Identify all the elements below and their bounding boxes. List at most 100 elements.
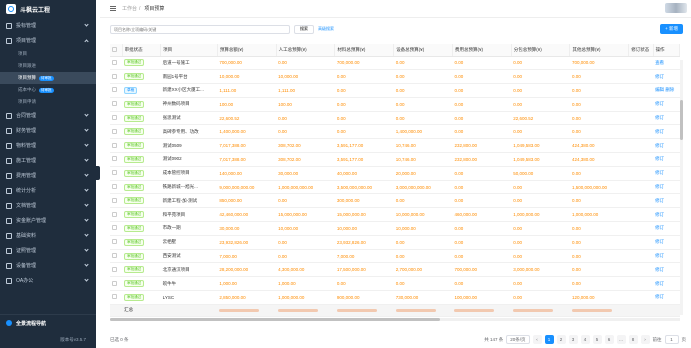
vertical-scrollbar[interactable] — [680, 60, 683, 315]
table-row[interactable]: 审批通过 铁路新城---旭光... 9,000,000,000.00 1,000,00… — [110, 180, 680, 195]
page-button[interactable]: ... — [616, 335, 626, 344]
next-page-icon[interactable]: › — [640, 335, 650, 344]
row-action-link[interactable]: 修订 — [653, 138, 680, 154]
page-button[interactable]: 2 — [556, 335, 566, 344]
project-name[interactable]: 成本管控项目 — [160, 166, 218, 181]
table-row[interactable]: 审批通过 北京通汉项目 28,200,000.00 4,300,000.00 17,50… — [110, 262, 680, 278]
sidebar-subitem[interactable]: 项目申请 — [0, 96, 96, 108]
user-avatar[interactable] — [665, 3, 687, 13]
row-action-link[interactable]: 修订 — [653, 180, 680, 195]
project-name[interactable]: 新建XX小区大厦工... — [160, 83, 218, 98]
row-action-link[interactable]: 修订 — [653, 193, 680, 209]
project-name[interactable]: 云栖墅 — [160, 235, 218, 250]
prev-page-icon[interactable]: ‹ — [532, 335, 542, 344]
row-checkbox[interactable] — [112, 87, 117, 93]
table-row[interactable]: 审批通过 张思测试 22,600.52 0.00 0.00 0.00 0.00 22,600.… — [110, 111, 680, 126]
page-size-select[interactable]: 20条/页 — [506, 335, 530, 344]
row-checkbox[interactable] — [112, 115, 117, 121]
table-row[interactable]: 审批通过 市政一期 30,000.00 10,000.00 10,000.00 10,00… — [110, 221, 680, 236]
app-logo[interactable]: 斗枫云工程 — [0, 0, 96, 18]
project-name[interactable]: 北京通汉项目 — [160, 262, 218, 278]
row-checkbox[interactable] — [112, 294, 117, 300]
row-action-link[interactable]: 修订 — [653, 276, 680, 292]
row-action-link[interactable]: 修订 — [653, 69, 680, 85]
project-name[interactable]: 神州数码项目 — [160, 97, 218, 112]
row-checkbox[interactable] — [112, 73, 117, 79]
table-row[interactable]: 审批通过 新建工程-加-测试 850,000.00 0.00 300,000.00 0.0… — [110, 193, 680, 209]
page-button[interactable]: 1 — [544, 335, 554, 344]
sidebar-item[interactable]: 统计分析 — [0, 183, 96, 198]
table-row[interactable]: 审批通过 南园1号平台 10,000.00 10,000.00 0.00 0.00 0.00… — [110, 69, 680, 85]
row-action-link[interactable]: 修订 — [653, 262, 680, 278]
process-nav-button[interactable]: 全景流程导航 — [0, 315, 96, 331]
row-checkbox[interactable] — [112, 142, 117, 148]
table-row[interactable]: 审批通过 测试0509 7,017,388.00 308,702.00 3,591,17… — [110, 138, 680, 154]
row-action-link[interactable]: 修订 — [653, 290, 680, 305]
row-checkbox[interactable] — [112, 225, 117, 231]
page-button[interactable]: 4 — [580, 335, 590, 344]
sidebar-subitem[interactable]: 项目跟进 — [0, 60, 96, 72]
row-action-link[interactable]: 修订 — [653, 166, 680, 181]
table-row[interactable]: 审批通过 测试0902 7,017,388.00 308,702.00 3,591,17… — [110, 152, 680, 167]
row-action-link[interactable]: 修订 — [653, 97, 680, 112]
menu-toggle-icon[interactable] — [110, 6, 116, 11]
project-name[interactable]: 和平苑项目 — [160, 207, 218, 223]
project-name[interactable]: 市政一期 — [160, 221, 218, 236]
sidebar-item[interactable]: 基础资料 — [0, 228, 96, 243]
row-checkbox[interactable] — [112, 266, 117, 272]
row-checkbox[interactable] — [112, 239, 117, 245]
row-action-link[interactable]: 修订 — [653, 207, 680, 223]
search-input[interactable] — [110, 24, 290, 34]
row-checkbox[interactable] — [112, 253, 117, 259]
row-action-link[interactable]: 修订 — [653, 124, 680, 140]
project-name[interactable]: 新建工程-加-测试 — [160, 193, 218, 209]
table-row[interactable]: 审批通过 西安测试 7,000.00 0.00 7,000.00 0.00 0.00 0.00… — [110, 249, 680, 264]
add-button[interactable]: + 新增 — [660, 24, 683, 34]
sidebar-item[interactable]: 资金账户管理 — [0, 213, 96, 228]
sidebar-item[interactable]: 合同管理 — [0, 108, 96, 123]
row-action-link[interactable]: 修订 — [653, 221, 680, 236]
row-action-link[interactable]: 修订 — [653, 249, 680, 264]
sidebar-item[interactable]: 证照管理 — [0, 243, 96, 258]
project-name[interactable]: 铁路新城---旭光... — [160, 180, 218, 195]
row-action-link[interactable]: 编辑 删除 — [653, 83, 680, 98]
sidebar-subitem[interactable]: 项目预算 待审批 — [0, 72, 96, 84]
sidebar-item[interactable]: OA办公 — [0, 273, 96, 288]
advanced-search-link[interactable]: 高级搜索 — [318, 26, 334, 32]
horizontal-scrollbar[interactable] — [110, 318, 680, 321]
row-checkbox[interactable] — [112, 101, 117, 107]
sidebar-item[interactable]: 文档管理 — [0, 198, 96, 213]
row-action-link[interactable]: 修订 — [653, 235, 680, 250]
breadcrumb-root[interactable]: 工作台 — [122, 5, 137, 12]
table-row[interactable]: 审批通过 成本管控项目 140,000.00 30,000.00 40,000.00 20… — [110, 166, 680, 181]
project-name[interactable]: LYSC — [160, 290, 218, 305]
jump-input[interactable]: 1 — [664, 335, 679, 344]
page-button[interactable]: 6 — [604, 335, 614, 344]
row-checkbox[interactable] — [112, 197, 117, 203]
select-all-checkbox[interactable] — [112, 46, 117, 52]
table-row[interactable]: 草稿 新建XX小区大厦工... 1,111.00 1,111.00 0.00 0.00 0.… — [110, 83, 680, 98]
table-row[interactable]: 审批通过 皖牛牛 1,000.00 1,000.00 0.00 0.00 0.00 0.00 0… — [110, 276, 680, 292]
sidebar-item[interactable]: 项目管理 — [0, 33, 96, 48]
row-action-link[interactable]: 修订 — [653, 152, 680, 167]
search-button[interactable]: 搜索 — [294, 24, 314, 34]
page-button[interactable]: 5 — [592, 335, 602, 344]
row-checkbox[interactable] — [112, 280, 117, 286]
page-button[interactable]: 3 — [568, 335, 578, 344]
row-checkbox[interactable] — [112, 211, 117, 217]
row-checkbox[interactable] — [112, 156, 117, 162]
table-row[interactable]: 审批通过 后道一号施工 700,000.00 0.00 700,000.00 0.00 0.… — [110, 56, 680, 71]
sidebar-subitem[interactable]: 成本中心 待审批 — [0, 84, 96, 96]
row-action-link[interactable]: 修订 — [653, 111, 680, 126]
table-row[interactable]: 审批通过 LYSC 2,850,000.00 1,000,000.00 900,000.… — [110, 290, 680, 305]
project-name[interactable]: 皖牛牛 — [160, 276, 218, 292]
project-name[interactable]: 南园1号平台 — [160, 69, 218, 85]
project-name[interactable]: 张思测试 — [160, 111, 218, 126]
table-row[interactable]: 审批通过 高碑参专用、功改 1,400,000.00 0.00 0.00 1,400,00… — [110, 124, 680, 140]
row-checkbox[interactable] — [112, 184, 117, 190]
project-name[interactable]: 测试0509 — [160, 138, 218, 154]
page-button[interactable]: 8 — [628, 335, 638, 344]
row-action-link[interactable]: 查看 — [653, 56, 680, 71]
sidebar-item[interactable]: 财务管理 — [0, 123, 96, 138]
project-name[interactable]: 测试0902 — [160, 152, 218, 167]
